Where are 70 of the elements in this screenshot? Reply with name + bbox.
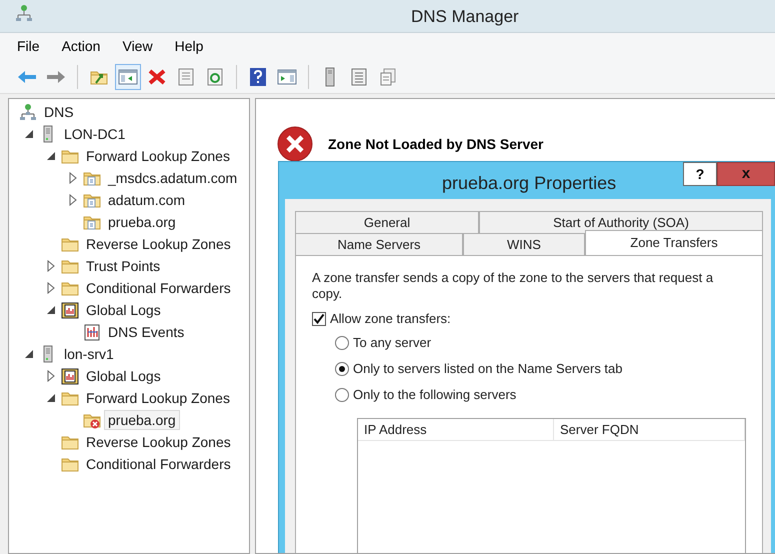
tree-item[interactable]: Reverse Lookup Zones <box>82 432 235 452</box>
action-pane-icon <box>277 68 297 86</box>
server-icon <box>323 66 337 86</box>
event-log-icon <box>83 323 101 341</box>
menu-item[interactable]: File <box>14 36 43 57</box>
copy-document-icon <box>379 68 397 86</box>
tree-item[interactable]: Conditional Forwarders <box>82 454 235 474</box>
back-arrow-icon <box>17 68 37 84</box>
column-header[interactable]: IP Address <box>358 419 554 440</box>
tree-item[interactable]: prueba.org <box>104 212 180 232</box>
radio-label: To any server <box>353 334 432 352</box>
checkbox[interactable] <box>312 312 326 326</box>
tree-item[interactable]: adatum.com <box>104 190 190 210</box>
radio-button[interactable] <box>335 336 349 350</box>
console-tree-icon <box>118 68 138 86</box>
window-title: DNS Manager <box>411 6 519 28</box>
tab[interactable]: WINS <box>463 233 585 255</box>
tree-item[interactable]: Forward Lookup Zones <box>82 388 234 408</box>
dialog-title: prueba.org Properties <box>442 172 616 195</box>
collapsed-arrow-icon[interactable] <box>45 282 57 294</box>
radio-label: Only to the following servers <box>353 386 516 404</box>
expanded-arrow-icon[interactable] <box>23 348 35 360</box>
expanded-arrow-icon[interactable] <box>45 150 57 162</box>
tab[interactable]: Zone Transfers <box>585 230 763 255</box>
list-icon <box>351 68 367 86</box>
log-book-icon <box>61 301 79 319</box>
tree-item[interactable]: lon-srv1 <box>60 344 118 364</box>
forward-arrow-icon <box>46 68 66 84</box>
tree-item[interactable]: Reverse Lookup Zones <box>82 234 235 254</box>
tree-item[interactable]: DNS Events <box>104 322 188 342</box>
tab[interactable]: General <box>295 211 479 233</box>
collapsed-arrow-icon[interactable] <box>45 370 57 382</box>
tree-item[interactable]: Trust Points <box>82 256 164 276</box>
column-header[interactable]: Server FQDN <box>554 419 745 440</box>
tree-item[interactable]: prueba.org <box>104 410 180 430</box>
network-icon <box>15 4 33 24</box>
log-book-icon <box>61 367 79 385</box>
radio-label: Only to servers listed on the Name Servers tab <box>353 360 623 378</box>
heading: Zone Not Loaded by DNS Server <box>328 134 544 154</box>
description: A zone transfer sends a copy of the zone to the servers that request a copy. <box>312 270 714 302</box>
network-icon <box>19 103 37 121</box>
help-icon <box>249 66 267 86</box>
delete-icon <box>148 68 166 86</box>
tree-item[interactable]: Global Logs <box>82 300 165 320</box>
expanded-arrow-icon[interactable] <box>23 128 35 140</box>
tree-item[interactable]: LON-DC1 <box>60 124 130 144</box>
error-icon <box>276 125 314 163</box>
collapsed-arrow-icon[interactable] <box>67 194 79 206</box>
menu-item[interactable]: View <box>119 36 156 57</box>
radio-button[interactable] <box>335 388 349 402</box>
tree-item[interactable]: Conditional Forwarders <box>82 278 235 298</box>
collapsed-arrow-icon[interactable] <box>67 172 79 184</box>
tab[interactable]: Start of Authority (SOA) <box>479 211 763 233</box>
menu-item[interactable]: Action <box>58 36 104 57</box>
menu-item[interactable]: Help <box>172 36 206 57</box>
tree-item[interactable]: DNS <box>40 102 78 122</box>
refresh-icon <box>206 68 224 86</box>
tab[interactable]: Name Servers <box>295 233 463 255</box>
tree-item[interactable]: Forward Lookup Zones <box>82 146 234 166</box>
help-button[interactable]: ? <box>683 162 717 186</box>
radio-button[interactable] <box>335 362 349 376</box>
toolbar-button[interactable] <box>115 64 141 90</box>
collapsed-arrow-icon[interactable] <box>45 260 57 272</box>
expanded-arrow-icon[interactable] <box>45 392 57 404</box>
properties-icon <box>177 68 195 86</box>
tree-item[interactable]: _msdcs.adatum.com <box>104 168 242 188</box>
tree-item[interactable]: Global Logs <box>82 366 165 386</box>
checkbox-label: Allow zone transfers: <box>330 310 451 328</box>
expanded-arrow-icon[interactable] <box>45 304 57 316</box>
close-button[interactable]: x <box>717 162 775 186</box>
